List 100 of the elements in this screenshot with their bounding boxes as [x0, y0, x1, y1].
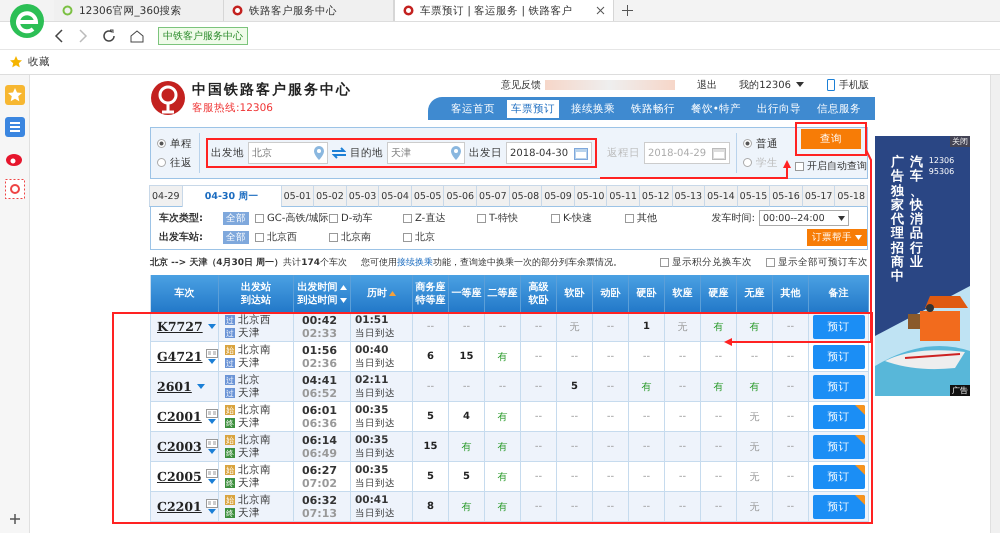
- date-tab[interactable]: 05-12: [638, 185, 673, 207]
- arrival-day-text: 当日到达: [355, 326, 395, 340]
- checkbox[interactable]: [625, 214, 634, 222]
- column-header[interactable]: 高级 软卧: [521, 275, 557, 312]
- train-number[interactable]: C2003: [157, 439, 202, 454]
- column-header[interactable]: 二等座: [485, 275, 521, 312]
- nav-item[interactable]: 接续换乘: [566, 100, 619, 118]
- date-tab[interactable]: 05-16: [769, 185, 803, 207]
- date-tab[interactable]: 05-09: [541, 185, 575, 207]
- scrollbar[interactable]: [990, 75, 1000, 533]
- account-link[interactable]: 我的12306: [739, 78, 791, 92]
- checkbox[interactable]: [329, 232, 338, 242]
- train-number[interactable]: K7727: [157, 319, 203, 334]
- date-tab[interactable]: 05-11: [606, 185, 640, 207]
- feedback-link[interactable]: 意见反馈: [501, 78, 542, 92]
- seat-availability: --: [714, 471, 722, 482]
- date-tab[interactable]: 05-01: [280, 185, 314, 207]
- book-button[interactable]: 预订: [812, 494, 864, 518]
- book-button[interactable]: 预订: [812, 314, 864, 338]
- date-tab[interactable]: 04-29: [149, 185, 183, 207]
- radio-button[interactable]: [157, 158, 166, 167]
- column-header[interactable]: 车次: [151, 275, 219, 312]
- column-header[interactable]: 备注: [809, 275, 869, 312]
- column-header[interactable]: 硬卧: [629, 275, 665, 312]
- book-button[interactable]: 预订: [812, 434, 864, 458]
- checkbox-label: 显示积分兑换车次: [672, 256, 752, 268]
- checkbox[interactable]: [403, 232, 412, 242]
- seat-availability: --: [534, 381, 542, 392]
- date-tab[interactable]: 05-18: [834, 185, 868, 207]
- destination-field[interactable]: 天津: [387, 142, 465, 164]
- nav-item[interactable]: 客运首页: [446, 100, 499, 118]
- station-type-badge: 终: [225, 448, 235, 458]
- date-tab[interactable]: 05-17: [802, 185, 836, 207]
- column-header[interactable]: 软座: [665, 275, 701, 312]
- nav-item[interactable]: 车票预订: [506, 100, 559, 118]
- ad-close-button[interactable]: 关闭: [950, 136, 970, 147]
- checkbox[interactable]: [766, 258, 775, 266]
- column-header[interactable]: 无座: [737, 275, 773, 312]
- nav-item[interactable]: 铁路畅行: [626, 100, 679, 118]
- field-label: 返程日: [607, 146, 640, 160]
- train-number[interactable]: C2001: [157, 409, 202, 424]
- seat-availability: 4: [463, 411, 470, 422]
- date-tab[interactable]: 05-03: [346, 185, 380, 207]
- seat-availability: 5: [427, 471, 434, 482]
- location-pin-icon: [451, 146, 461, 160]
- departure-field[interactable]: 北京: [248, 142, 328, 164]
- mobile-link[interactable]: 手机版: [839, 78, 869, 92]
- column-header[interactable]: 动卧: [593, 275, 629, 312]
- radio-button[interactable]: [743, 139, 752, 148]
- column-header[interactable]: 商务座 特等座: [413, 275, 449, 312]
- date-tab[interactable]: 05-08: [508, 185, 542, 207]
- checkbox[interactable]: [329, 214, 338, 222]
- column-header[interactable]: 出发时间 到达时间: [294, 275, 351, 312]
- date-tab[interactable]: 05-04: [378, 185, 412, 207]
- nav-item[interactable]: 出行向导: [753, 100, 805, 118]
- date-tab[interactable]: 05-10: [574, 185, 608, 207]
- date-tab[interactable]: 05-06: [443, 185, 478, 207]
- seat-availability: --: [678, 381, 686, 392]
- date-field[interactable]: 2018-04-30: [506, 142, 592, 164]
- bookmarks-label[interactable]: 收藏: [28, 55, 50, 69]
- column-header[interactable]: 软卧: [557, 275, 593, 312]
- column-header[interactable]: 历时: [351, 275, 413, 312]
- train-number[interactable]: C2201: [157, 499, 202, 514]
- column-header[interactable]: 一等座: [449, 275, 485, 312]
- column-header[interactable]: 硬座: [701, 275, 737, 312]
- transfer-link[interactable]: 接续换乘: [397, 258, 433, 268]
- book-button[interactable]: 预订: [812, 404, 864, 428]
- date-tab[interactable]: 05-07: [476, 185, 510, 207]
- nav-item[interactable]: 信息服务: [813, 100, 865, 118]
- date-tab[interactable]: 05-14: [704, 185, 738, 207]
- nav-item[interactable]: 餐饮•特产: [686, 100, 745, 118]
- train-number[interactable]: C2005: [157, 469, 202, 484]
- logout-link[interactable]: 退出: [697, 78, 718, 92]
- date-tab[interactable]: 05-05: [410, 185, 444, 207]
- station-type-badge: 始: [225, 435, 235, 445]
- checkbox[interactable]: [477, 214, 486, 222]
- book-button[interactable]: 预订: [812, 464, 864, 488]
- checkbox[interactable]: [403, 214, 412, 222]
- checkbox-label: GC-高铁/城际: [267, 212, 329, 225]
- browser-tab[interactable]: 车票预订 | 客运服务 | 铁路客户: [394, 0, 614, 21]
- checkbox[interactable]: [660, 258, 669, 266]
- seat-availability: 有: [462, 500, 472, 514]
- checkbox[interactable]: [795, 162, 804, 170]
- column-header[interactable]: 出发站 到达站: [219, 275, 294, 312]
- date-tab[interactable]: 05-13: [672, 185, 706, 207]
- radio-button[interactable]: [157, 139, 166, 148]
- checkbox[interactable]: [255, 214, 264, 222]
- time-select[interactable]: 00:00--24:00: [759, 210, 849, 226]
- date-tab[interactable]: 05-02: [313, 185, 347, 207]
- seat-availability: --: [642, 471, 650, 482]
- book-button[interactable]: 预订: [812, 344, 864, 368]
- checkbox[interactable]: [255, 232, 264, 242]
- checkbox[interactable]: [551, 214, 560, 222]
- date-tab[interactable]: 04-30 周一: [182, 185, 282, 207]
- station-type-badge: 终: [225, 508, 235, 518]
- book-button[interactable]: 预订: [812, 374, 864, 398]
- train-number[interactable]: 2601: [157, 379, 192, 394]
- date-tab[interactable]: 05-15: [736, 185, 770, 207]
- train-number[interactable]: G4721: [157, 349, 202, 364]
- column-header[interactable]: 其他: [773, 275, 809, 312]
